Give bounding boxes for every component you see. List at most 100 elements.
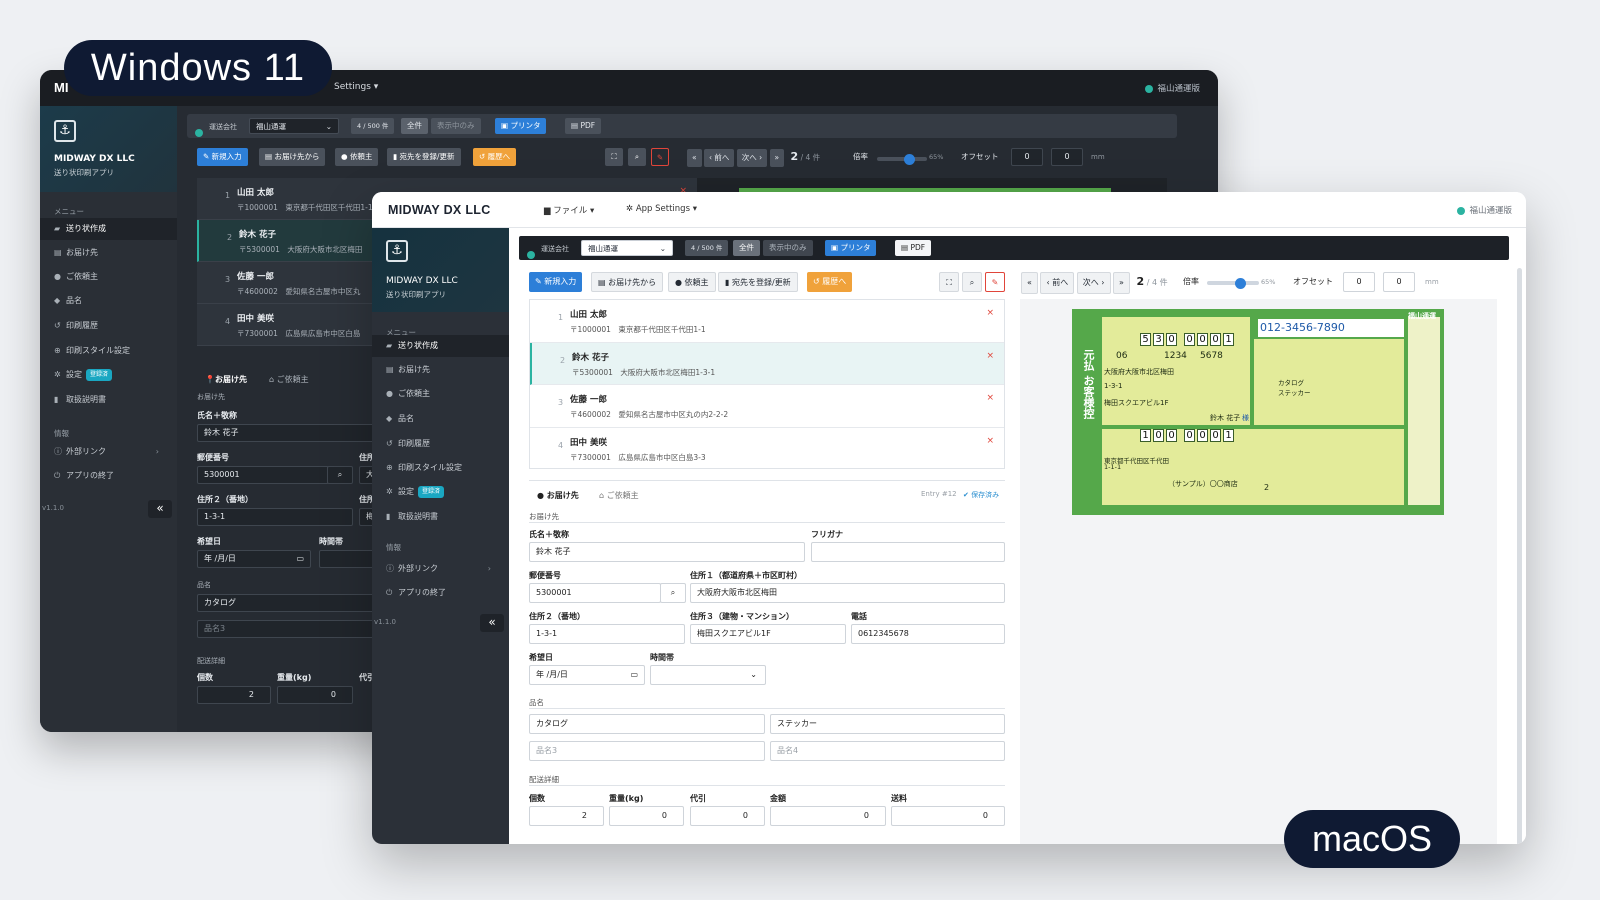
last-page-button[interactable]: »	[1113, 272, 1130, 294]
first-page-button[interactable]: «	[1021, 272, 1038, 294]
addr1-input[interactable]: 大阪府大阪市北区梅田	[690, 583, 1005, 603]
item3-input[interactable]: 品名3	[529, 741, 765, 761]
list-item[interactable]: 3 佐藤 一郎 〒4600002 愛知県名古屋市中区丸の内2-2-2 ×	[530, 385, 1004, 428]
zoom-slider-knob[interactable]	[904, 153, 915, 165]
zip-input[interactable]: 5300001	[529, 583, 661, 603]
prev-page-button[interactable]: ‹ 前へ	[703, 149, 735, 167]
weight-input[interactable]: 0	[609, 806, 684, 826]
offset-y-input[interactable]: 0	[1051, 148, 1083, 166]
qty-input[interactable]: 2	[197, 686, 271, 704]
scrollbar[interactable]	[1517, 268, 1522, 844]
from-destination-button[interactable]: ▤ お届け先から	[591, 272, 664, 292]
offset-y-input[interactable]: 0	[1383, 272, 1415, 292]
first-page-button[interactable]: «	[687, 149, 702, 167]
addr3-input[interactable]: 梅田スクエアビル1F	[690, 624, 846, 644]
prev-page-button[interactable]: ‹ 前へ	[1040, 272, 1075, 294]
carrier-select[interactable]: 福山通運 ⌄	[581, 240, 673, 256]
sidebar-item-manual[interactable]: ▮ 取扱説明書	[40, 389, 177, 411]
file-menu[interactable]: ▆ ファイル ▾	[544, 204, 594, 216]
clear-button[interactable]: ✎	[651, 148, 669, 166]
filter-all-button[interactable]: 全件	[401, 118, 428, 134]
tab-sender[interactable]: ⌂ ご依頼主	[269, 374, 309, 385]
item4-input[interactable]: 品名4	[770, 741, 1005, 761]
register-destination-button[interactable]: ▮ 宛先を登録/更新	[718, 272, 798, 292]
sidebar-item-history[interactable]: ↺ 印刷履歴	[372, 433, 509, 455]
carrier-select[interactable]: 福山通運 ⌄	[249, 118, 339, 134]
settings-menu[interactable]: Settings ▾	[334, 82, 378, 92]
sidebar-item-destinations[interactable]: ▤ お届け先	[372, 359, 509, 381]
history-button[interactable]: ↺ 履歴へ	[807, 272, 853, 292]
kana-input[interactable]	[811, 542, 1005, 562]
offset-x-input[interactable]: 0	[1343, 272, 1375, 292]
sidebar-item-settings[interactable]: ✲ 設定 登録済	[40, 364, 177, 386]
new-entry-button[interactable]: ✎ 新規入力	[529, 272, 583, 292]
tab-sender[interactable]: ⌂ ご依頼主	[599, 490, 639, 501]
sidebar-item-print-style[interactable]: ⊕ 印刷スタイル設定	[40, 340, 177, 362]
zip-input[interactable]: 5300001	[197, 466, 329, 484]
sidebar-item-settings[interactable]: ✲ 設定 登録済	[372, 481, 509, 503]
pdf-button[interactable]: ▤ PDF	[895, 240, 932, 256]
sidebar-item-items[interactable]: ◆ 品名	[372, 408, 509, 430]
sidebar-item-create[interactable]: ▰ 送り状作成	[372, 335, 509, 357]
pdf-button[interactable]: ▤ PDF	[565, 118, 602, 134]
time-select[interactable]: ⌄	[650, 665, 766, 685]
sidebar-collapse-button[interactable]: «	[480, 614, 504, 632]
delete-icon[interactable]: ×	[986, 436, 994, 446]
zoom-slider[interactable]	[877, 153, 927, 165]
zoom-button[interactable]: ⌕	[628, 148, 646, 166]
cod-input[interactable]: 0	[690, 806, 765, 826]
filter-visible-button[interactable]: 表示中のみ	[763, 240, 813, 256]
printer-button[interactable]: ▣ プリンタ	[825, 240, 877, 256]
sidebar-item-print-style[interactable]: ⊕ 印刷スタイル設定	[372, 457, 509, 479]
zoom-slider-knob[interactable]	[1235, 277, 1247, 289]
next-page-button[interactable]: 次へ ›	[1076, 272, 1111, 294]
item2-input[interactable]: ステッカー	[770, 714, 1005, 734]
sidebar-item-items[interactable]: ◆ 品名	[40, 290, 177, 312]
sidebar-item-create[interactable]: ▰ 送り状作成	[40, 218, 177, 240]
zoom-slider[interactable]	[1207, 277, 1259, 289]
list-item[interactable]: 2 鈴木 花子 〒5300001 大阪府大阪市北区梅田1-3-1 ×	[530, 342, 1004, 385]
fullscreen-button[interactable]: ⛶	[939, 272, 959, 292]
history-button[interactable]: ↺ 履歴へ	[473, 148, 517, 166]
sender-button[interactable]: ● 依頼主	[668, 272, 716, 292]
addr2-input[interactable]: 1-3-1	[529, 624, 685, 644]
tel-input[interactable]: 0612345678	[851, 624, 1005, 644]
from-destination-button[interactable]: ▤ お届け先から	[259, 148, 326, 166]
sender-button[interactable]: ● 依頼主	[335, 148, 379, 166]
offset-x-input[interactable]: 0	[1011, 148, 1043, 166]
addr2-input[interactable]: 1-3-1	[197, 508, 353, 526]
tab-destination[interactable]: 📍お届け先	[205, 374, 247, 385]
date-input[interactable]: 年 /月/日 ▭	[529, 665, 645, 685]
sidebar-item-manual[interactable]: ▮ 取扱説明書	[372, 506, 509, 528]
sidebar-item-senders[interactable]: ● ご依頼主	[40, 266, 177, 288]
filter-visible-button[interactable]: 表示中のみ	[431, 118, 481, 134]
list-item[interactable]: 1 山田 太郎 〒1000001 東京都千代田区千代田1-1 ×	[530, 300, 1004, 343]
zip-search-button[interactable]: ⌕	[327, 466, 353, 484]
list-item[interactable]: 4 田中 美咲 〒7300001 広島県広島市中区白島3-3 ×	[530, 428, 1004, 471]
delete-icon[interactable]: ×	[986, 308, 994, 318]
sidebar-item-quit[interactable]: ⏻ アプリの終了	[40, 465, 177, 487]
sidebar-item-senders[interactable]: ● ご依頼主	[372, 383, 509, 405]
filter-all-button[interactable]: 全件	[733, 240, 760, 256]
item1-input[interactable]: カタログ	[529, 714, 765, 734]
fullscreen-button[interactable]: ⛶	[605, 148, 623, 166]
sidebar-item-quit[interactable]: ⏻ アプリの終了	[372, 582, 509, 604]
qty-input[interactable]: 2	[529, 806, 604, 826]
zip-search-button[interactable]: ⌕	[660, 583, 686, 603]
weight-input[interactable]: 0	[277, 686, 353, 704]
new-entry-button[interactable]: ✎ 新規入力	[197, 148, 248, 166]
app-settings-menu[interactable]: ✲ App Settings ▾	[626, 204, 697, 214]
delete-icon[interactable]: ×	[986, 393, 994, 403]
sidebar-item-destinations[interactable]: ▤ お届け先	[40, 242, 177, 264]
sidebar-item-external-links[interactable]: ⓘ 外部リンク ›	[372, 558, 509, 580]
tab-destination[interactable]: ● お届け先	[537, 490, 579, 501]
next-page-button[interactable]: 次へ ›	[736, 149, 768, 167]
fee-input[interactable]: 0	[891, 806, 1005, 826]
last-page-button[interactable]: »	[769, 149, 785, 167]
clear-button[interactable]: ✎	[985, 272, 1005, 292]
sidebar-item-history[interactable]: ↺ 印刷履歴	[40, 315, 177, 337]
name-input[interactable]: 鈴木 花子	[529, 542, 805, 562]
zoom-button[interactable]: ⌕	[962, 272, 982, 292]
date-input[interactable]: 年 /月/日 ▭	[197, 550, 311, 568]
amount-input[interactable]: 0	[770, 806, 886, 826]
